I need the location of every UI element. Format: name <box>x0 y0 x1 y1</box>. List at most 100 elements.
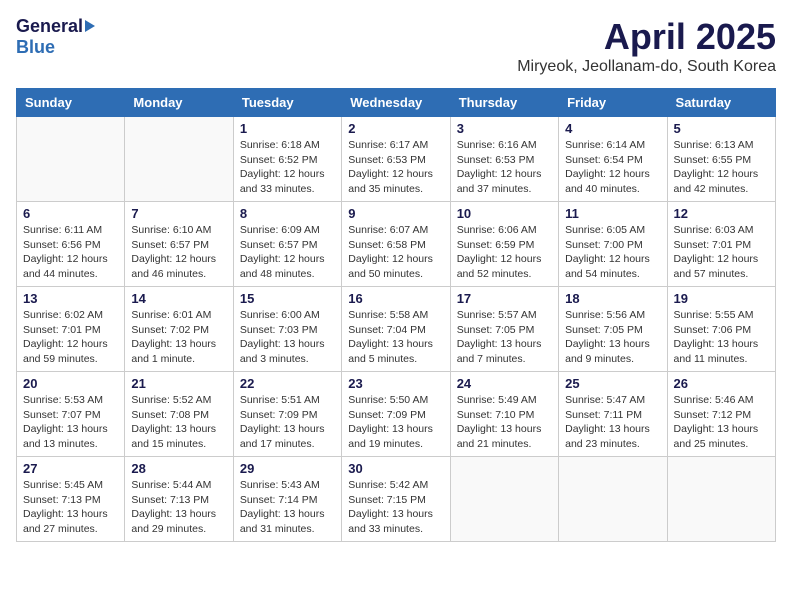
day-number: 16 <box>348 291 443 306</box>
day-number: 7 <box>131 206 226 221</box>
weekday-header-monday: Monday <box>125 89 233 117</box>
week-row-5: 27Sunrise: 5:45 AM Sunset: 7:13 PM Dayli… <box>17 457 776 542</box>
day-number: 18 <box>565 291 660 306</box>
calendar-cell <box>559 457 667 542</box>
calendar-cell: 16 Sunrise: 5:58 AM Sunset: 7:04 PM Dayli… <box>342 287 450 372</box>
day-info: Sunrise: 6:09 AM Sunset: 6:57 PM Dayligh… <box>240 223 335 282</box>
page-header: General Blue April 2025 Miryeok, Jeollan… <box>16 16 776 76</box>
day-info: Sunrise: 6:18 AM Sunset: 6:52 PM Dayligh… <box>240 138 335 197</box>
day-number: 2 <box>348 121 443 136</box>
day-info: Sunrise: 5:52 AM Sunset: 7:08 PM Dayligh… <box>131 393 226 452</box>
calendar-cell: 10Sunrise: 6:06 AM Sunset: 6:59 PM Dayli… <box>450 202 558 287</box>
calendar-cell: 7 Sunrise: 6:10 AM Sunset: 6:57 PM Daylig… <box>125 202 233 287</box>
day-info: Sunrise: 5:55 AM Sunset: 7:06 PM Dayligh… <box>674 308 769 367</box>
day-info: Sunrise: 6:11 AM Sunset: 6:56 PM Dayligh… <box>23 223 118 282</box>
calendar-cell: 27Sunrise: 5:45 AM Sunset: 7:13 PM Dayli… <box>17 457 125 542</box>
calendar-header-row: SundayMondayTuesdayWednesdayThursdayFrid… <box>17 89 776 117</box>
calendar-cell: 14Sunrise: 6:01 AM Sunset: 7:02 PM Dayli… <box>125 287 233 372</box>
day-info: Sunrise: 5:58 AM Sunset: 7:04 PM Dayligh… <box>348 308 443 367</box>
day-number: 22 <box>240 376 335 391</box>
day-number: 3 <box>457 121 552 136</box>
calendar-cell: 20 Sunrise: 5:53 AM Sunset: 7:07 PM Dayli… <box>17 372 125 457</box>
title-section: April 2025 Miryeok, Jeollanam-do, South … <box>517 16 776 76</box>
calendar-cell: 24 Sunrise: 5:49 AM Sunset: 7:10 PM Dayli… <box>450 372 558 457</box>
day-info: Sunrise: 5:51 AM Sunset: 7:09 PM Dayligh… <box>240 393 335 452</box>
logo-blue-text: Blue <box>16 37 55 58</box>
day-number: 15 <box>240 291 335 306</box>
day-number: 29 <box>240 461 335 476</box>
calendar-cell: 4 Sunrise: 6:14 AM Sunset: 6:54 PM Daylig… <box>559 117 667 202</box>
day-info: Sunrise: 6:14 AM Sunset: 6:54 PM Dayligh… <box>565 138 660 197</box>
day-info: Sunrise: 6:17 AM Sunset: 6:53 PM Dayligh… <box>348 138 443 197</box>
calendar-cell: 6 Sunrise: 6:11 AM Sunset: 6:56 PM Daylig… <box>17 202 125 287</box>
day-info: Sunrise: 5:46 AM Sunset: 7:12 PM Dayligh… <box>674 393 769 452</box>
day-number: 20 <box>23 376 118 391</box>
day-number: 21 <box>131 376 226 391</box>
day-number: 6 <box>23 206 118 221</box>
day-number: 23 <box>348 376 443 391</box>
calendar-cell: 13Sunrise: 6:02 AM Sunset: 7:01 PM Dayli… <box>17 287 125 372</box>
week-row-3: 13Sunrise: 6:02 AM Sunset: 7:01 PM Dayli… <box>17 287 776 372</box>
day-info: Sunrise: 6:03 AM Sunset: 7:01 PM Dayligh… <box>674 223 769 282</box>
day-info: Sunrise: 5:44 AM Sunset: 7:13 PM Dayligh… <box>131 478 226 537</box>
calendar-cell: 28 Sunrise: 5:44 AM Sunset: 7:13 PM Dayli… <box>125 457 233 542</box>
day-info: Sunrise: 5:53 AM Sunset: 7:07 PM Dayligh… <box>23 393 118 452</box>
logo-arrow-icon <box>85 20 95 32</box>
day-number: 24 <box>457 376 552 391</box>
day-number: 1 <box>240 121 335 136</box>
day-info: Sunrise: 6:05 AM Sunset: 7:00 PM Dayligh… <box>565 223 660 282</box>
day-info: Sunrise: 6:02 AM Sunset: 7:01 PM Dayligh… <box>23 308 118 367</box>
location-subtitle: Miryeok, Jeollanam-do, South Korea <box>517 58 776 76</box>
day-number: 10 <box>457 206 552 221</box>
week-row-1: 1 Sunrise: 6:18 AM Sunset: 6:52 PM Daylig… <box>17 117 776 202</box>
calendar-cell: 5 Sunrise: 6:13 AM Sunset: 6:55 PM Daylig… <box>667 117 775 202</box>
calendar-cell: 15 Sunrise: 6:00 AM Sunset: 7:03 PM Dayli… <box>233 287 341 372</box>
calendar-cell: 3 Sunrise: 6:16 AM Sunset: 6:53 PM Daylig… <box>450 117 558 202</box>
day-info: Sunrise: 5:42 AM Sunset: 7:15 PM Dayligh… <box>348 478 443 537</box>
day-number: 30 <box>348 461 443 476</box>
calendar-cell: 19 Sunrise: 5:55 AM Sunset: 7:06 PM Dayli… <box>667 287 775 372</box>
calendar-cell <box>17 117 125 202</box>
calendar-cell <box>125 117 233 202</box>
day-info: Sunrise: 6:10 AM Sunset: 6:57 PM Dayligh… <box>131 223 226 282</box>
calendar-table: SundayMondayTuesdayWednesdayThursdayFrid… <box>16 88 776 542</box>
day-info: Sunrise: 5:50 AM Sunset: 7:09 PM Dayligh… <box>348 393 443 452</box>
day-number: 28 <box>131 461 226 476</box>
day-number: 17 <box>457 291 552 306</box>
day-info: Sunrise: 6:13 AM Sunset: 6:55 PM Dayligh… <box>674 138 769 197</box>
day-number: 26 <box>674 376 769 391</box>
day-number: 12 <box>674 206 769 221</box>
calendar-cell: 26 Sunrise: 5:46 AM Sunset: 7:12 PM Dayli… <box>667 372 775 457</box>
weekday-header-tuesday: Tuesday <box>233 89 341 117</box>
day-number: 4 <box>565 121 660 136</box>
week-row-4: 20 Sunrise: 5:53 AM Sunset: 7:07 PM Dayli… <box>17 372 776 457</box>
day-number: 5 <box>674 121 769 136</box>
day-info: Sunrise: 5:57 AM Sunset: 7:05 PM Dayligh… <box>457 308 552 367</box>
calendar-cell: 29 Sunrise: 5:43 AM Sunset: 7:14 PM Dayli… <box>233 457 341 542</box>
day-info: Sunrise: 6:07 AM Sunset: 6:58 PM Dayligh… <box>348 223 443 282</box>
calendar-cell: 9Sunrise: 6:07 AM Sunset: 6:58 PM Daylig… <box>342 202 450 287</box>
calendar-cell <box>450 457 558 542</box>
weekday-header-saturday: Saturday <box>667 89 775 117</box>
day-number: 19 <box>674 291 769 306</box>
day-info: Sunrise: 5:47 AM Sunset: 7:11 PM Dayligh… <box>565 393 660 452</box>
calendar-cell <box>667 457 775 542</box>
day-info: Sunrise: 6:16 AM Sunset: 6:53 PM Dayligh… <box>457 138 552 197</box>
weekday-header-wednesday: Wednesday <box>342 89 450 117</box>
calendar-cell: 11Sunrise: 6:05 AM Sunset: 7:00 PM Dayli… <box>559 202 667 287</box>
day-number: 14 <box>131 291 226 306</box>
day-info: Sunrise: 5:56 AM Sunset: 7:05 PM Dayligh… <box>565 308 660 367</box>
logo: General Blue <box>16 16 95 58</box>
weekday-header-sunday: Sunday <box>17 89 125 117</box>
logo-general-text: General <box>16 16 83 37</box>
calendar-cell: 18 Sunrise: 5:56 AM Sunset: 7:05 PM Dayli… <box>559 287 667 372</box>
month-title: April 2025 <box>517 16 776 58</box>
calendar-cell: 2 Sunrise: 6:17 AM Sunset: 6:53 PM Daylig… <box>342 117 450 202</box>
calendar-cell: 25 Sunrise: 5:47 AM Sunset: 7:11 PM Dayli… <box>559 372 667 457</box>
calendar-cell: 1 Sunrise: 6:18 AM Sunset: 6:52 PM Daylig… <box>233 117 341 202</box>
day-info: Sunrise: 5:49 AM Sunset: 7:10 PM Dayligh… <box>457 393 552 452</box>
day-info: Sunrise: 6:00 AM Sunset: 7:03 PM Dayligh… <box>240 308 335 367</box>
day-number: 25 <box>565 376 660 391</box>
day-info: Sunrise: 5:43 AM Sunset: 7:14 PM Dayligh… <box>240 478 335 537</box>
calendar-cell: 22 Sunrise: 5:51 AM Sunset: 7:09 PM Dayli… <box>233 372 341 457</box>
